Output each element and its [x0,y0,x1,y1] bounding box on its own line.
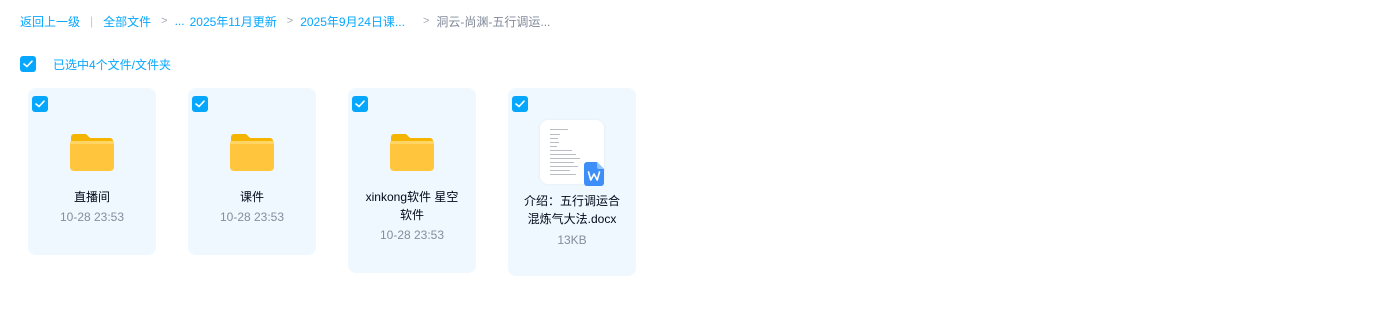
check-icon [515,100,525,108]
file-name: 课件 [239,190,264,204]
breadcrumb-item-2[interactable]: 2025年9月24日课... [300,13,405,30]
file-checkbox[interactable] [512,96,528,112]
file-checkbox[interactable] [192,96,208,112]
file-card-zhibojian[interactable]: 直播间 10-28 23:53 [28,88,156,255]
word-doc-icon [584,162,604,186]
breadcrumb-ellipsis[interactable]: ... [175,14,185,28]
file-meta: 10-28 23:53 [59,210,125,224]
file-card-xinkong[interactable]: xinkong软件 星空软件 10-28 23:53 [348,88,476,273]
chevron-right-icon: > [286,15,294,27]
folder-icon [390,134,434,171]
breadcrumb-all-files[interactable]: 全部文件 [103,13,151,30]
folder-icon [70,134,114,171]
file-meta: 10-28 23:53 [219,210,285,224]
file-checkbox[interactable] [352,96,368,112]
file-name: xinkong软件 星空软件 [365,190,459,222]
breadcrumb-item-1[interactable]: 2025年11月更新 [190,13,277,30]
breadcrumb-current: 洞云-尚渊-五行调运... [436,14,551,29]
file-meta: 13KB [557,233,587,247]
file-name: 直播间 [73,190,110,204]
check-icon [355,100,365,108]
check-icon [195,100,205,108]
folder-icon [230,134,274,171]
file-card-kejian[interactable]: 课件 10-28 23:53 [188,88,316,255]
file-card-docx[interactable]: 介绍：五行调运合混炼气大法.docx 13KB [508,88,636,276]
selection-count: 已选中4个文件/文件夹 [53,57,172,72]
chevron-right-icon: > [161,15,168,27]
breadcrumb: 返回上一级 | 全部文件 > ... 2025年11月更新 > 2025年9月2… [20,11,550,31]
breadcrumb-divider: | [90,14,94,28]
chevron-right-icon: > [422,15,430,27]
back-link[interactable]: 返回上一级 [20,13,80,30]
check-icon [23,60,33,68]
select-all-checkbox[interactable] [20,56,36,72]
file-checkbox[interactable] [32,96,48,112]
file-meta: 10-28 23:53 [379,228,445,242]
selection-bar: 已选中4个文件/文件夹 [20,56,171,72]
file-name: 介绍：五行调运合混炼气大法.docx [523,194,620,226]
check-icon [35,100,45,108]
